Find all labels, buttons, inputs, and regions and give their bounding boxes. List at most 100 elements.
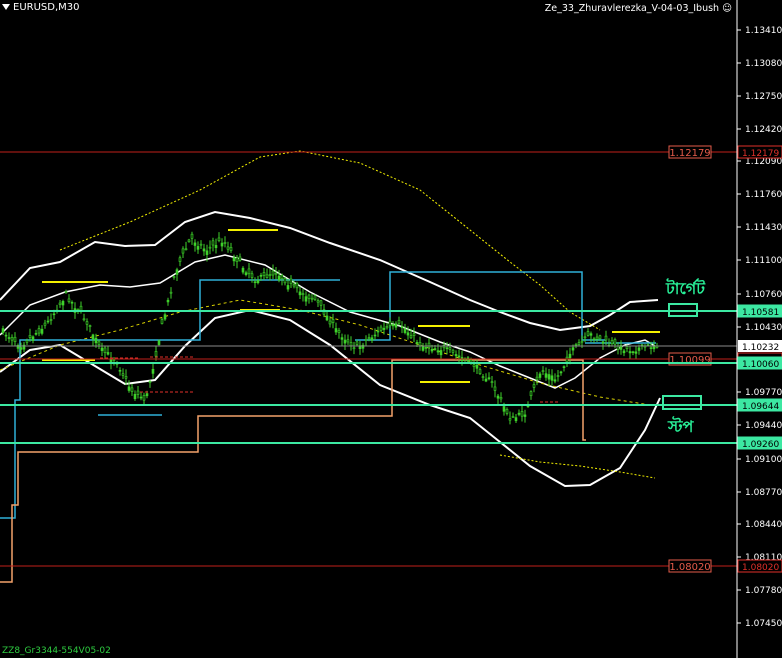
candle-body — [268, 274, 272, 276]
candle-body — [265, 274, 269, 278]
candle-body — [220, 242, 224, 247]
candle-body — [142, 395, 146, 401]
candle-body — [46, 320, 50, 323]
candle-body — [472, 364, 476, 367]
candle-body — [283, 278, 287, 284]
candle-body — [136, 390, 140, 395]
candle-body — [625, 346, 629, 349]
candle-body — [379, 326, 383, 331]
lower-envelope-line — [0, 308, 661, 488]
candle-body — [496, 395, 500, 399]
candle-body — [547, 374, 551, 380]
candle-body — [553, 379, 557, 382]
candle-body — [103, 347, 107, 353]
candle-body — [34, 333, 38, 335]
candle-body — [250, 273, 254, 278]
candle-body — [580, 340, 584, 343]
candle-body — [400, 326, 404, 328]
candle-body — [634, 351, 638, 354]
candle-body — [61, 300, 65, 306]
price-tick-label: 1.11760 — [745, 190, 782, 200]
scale-level-text: 1.10060 — [742, 360, 779, 370]
candle-body — [247, 268, 251, 275]
price-tick-label: 1.11430 — [745, 223, 782, 233]
candle-body — [649, 347, 653, 349]
candle-body — [631, 351, 635, 354]
candle-body — [340, 337, 344, 340]
level-price-tag-text: 1.10099 — [669, 355, 710, 366]
stop-box[interactable] — [662, 395, 702, 410]
candle-body — [541, 370, 545, 372]
dotted-yellow-lower-line — [499, 454, 656, 479]
candle-body — [274, 272, 278, 275]
dropdown-triangle-icon[interactable] — [2, 4, 10, 10]
candle-body — [67, 298, 71, 303]
candle-body — [43, 322, 47, 326]
candle-body — [91, 334, 95, 340]
candle-body — [445, 347, 449, 350]
candle-body — [229, 247, 233, 251]
chart-window[interactable]: 1.12179 1.10099 1.08020 1.13410 1.13080 1.12… — [0, 0, 782, 658]
candle-body — [349, 342, 353, 346]
candle-body — [376, 330, 380, 333]
candle-body — [409, 335, 413, 339]
candle-body — [85, 321, 89, 325]
scale-level-text: 1.10581 — [742, 308, 779, 318]
candle-body — [298, 291, 302, 296]
candle-body — [346, 339, 350, 343]
candle-body — [559, 371, 563, 374]
candle-body — [628, 351, 632, 354]
candle-body — [436, 350, 440, 353]
candle-body — [385, 326, 389, 329]
candle-body — [145, 393, 149, 397]
candle-body — [7, 337, 11, 339]
expert-name: Ze_33_Zhuravlerezka_V-04-03_Ibush — [544, 3, 720, 14]
candle-body — [427, 342, 431, 348]
candle-body — [97, 341, 101, 345]
candle-body — [424, 347, 428, 349]
candle-body — [82, 318, 86, 321]
smiley-icon: ☺ — [722, 3, 732, 14]
candle-body — [595, 336, 599, 340]
candle-body — [622, 350, 626, 354]
candle-body — [418, 342, 422, 346]
candle-body — [211, 240, 215, 246]
price-chart[interactable]: 1.12179 1.10099 1.08020 1.13410 1.13080 1.12… — [0, 0, 782, 658]
candle-body — [652, 346, 656, 350]
dotted-yellow-mid-line — [0, 299, 651, 406]
candle-body — [508, 418, 512, 421]
candle-body — [244, 272, 248, 275]
candle-body — [181, 248, 185, 254]
candle-body — [286, 285, 290, 290]
candle-body — [433, 348, 437, 350]
symbol-label: EURUSD,M30 — [2, 2, 79, 13]
footer-indicator-label: ZZ8_Gr3344-554V05-02 — [2, 646, 111, 656]
candle-body — [193, 242, 197, 246]
candle-body — [292, 283, 296, 287]
candle-body — [382, 327, 386, 330]
candle-body — [343, 339, 347, 344]
candle-body — [373, 334, 377, 337]
candle-body — [310, 297, 314, 300]
candle-body — [166, 299, 170, 303]
candle-body — [208, 246, 212, 249]
candle-body — [88, 325, 92, 327]
candle-body — [484, 378, 488, 382]
candle-body — [175, 269, 179, 275]
price-tick-label: 1.10760 — [745, 290, 782, 300]
candle-body — [523, 414, 527, 417]
candle-body — [457, 355, 461, 358]
candle-body — [226, 246, 230, 250]
candle-body — [262, 272, 266, 276]
candle-body — [520, 411, 524, 417]
candle-body — [256, 280, 260, 284]
candle-body — [19, 347, 23, 350]
candle-body — [637, 347, 641, 351]
expert-advisor-label[interactable]: Ze_33_Zhuravlerezka_V-04-03_Ibush ☺ — [545, 3, 732, 14]
candle-body — [565, 356, 569, 363]
price-tick-label: 1.07780 — [745, 586, 782, 596]
price-tick-label: 1.12420 — [745, 125, 782, 135]
candle-body — [370, 337, 374, 341]
candle-body — [448, 347, 452, 350]
candle-body — [325, 315, 329, 321]
